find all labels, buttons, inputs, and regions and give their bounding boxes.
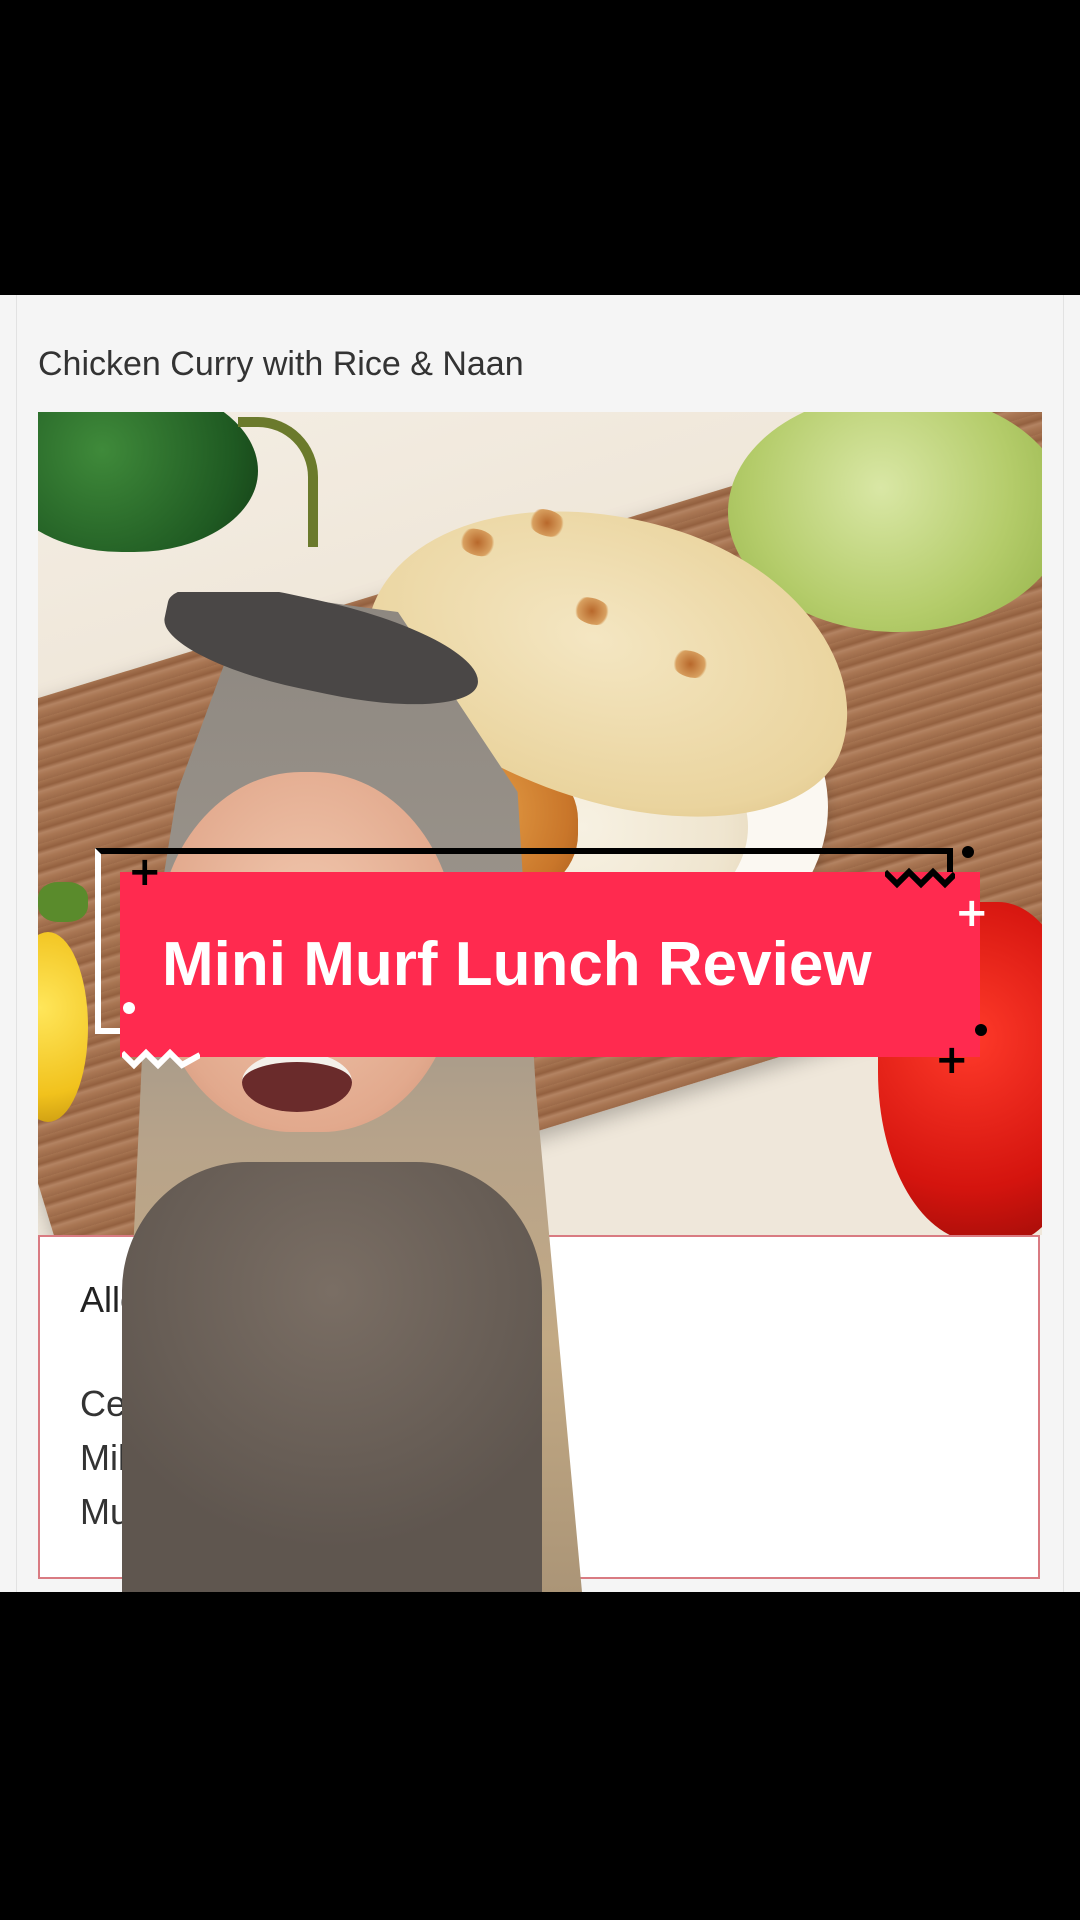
- card-edge-right: [1063, 295, 1064, 1592]
- dot-icon: [975, 1024, 987, 1036]
- banner-title: Mini Murf Lunch Review: [162, 930, 872, 999]
- title-banner: Mini Murf Lunch Review: [120, 872, 980, 1057]
- zigzag-icon: [885, 867, 955, 889]
- plus-icon: +: [955, 890, 989, 936]
- naan-spot: [523, 504, 571, 542]
- recipe-title: Chicken Curry with Rice & Naan: [38, 345, 524, 383]
- presenter-sweater: [122, 1162, 542, 1592]
- naan-spot: [454, 523, 501, 561]
- dot-icon: [962, 846, 974, 858]
- naan-spot: [667, 645, 714, 683]
- pepper-stem: [238, 417, 318, 547]
- zigzag-icon: [122, 1048, 200, 1070]
- yellow-pepper-stem: [38, 882, 88, 922]
- presenter-mouth: [242, 1052, 352, 1112]
- presenter-overlay: [122, 592, 582, 1592]
- plus-icon: +: [935, 1037, 969, 1083]
- green-pepper: [38, 412, 258, 552]
- card-edge-left: [16, 295, 17, 1592]
- dot-icon: [123, 1002, 135, 1014]
- plus-icon: +: [128, 849, 162, 895]
